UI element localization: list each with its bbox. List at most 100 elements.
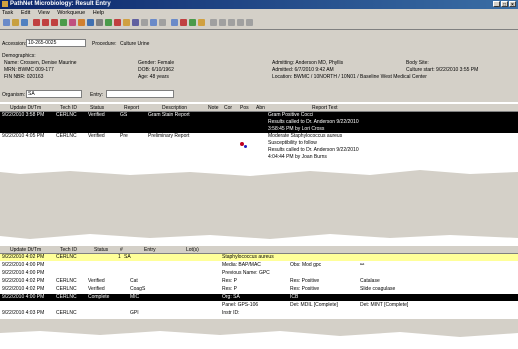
reports-col-header[interactable]: Cor: [224, 105, 232, 111]
reports-col-header[interactable]: Note: [208, 105, 219, 111]
orders-header: Update Dt/Tm Tech ID Status # Entry Lot(…: [0, 246, 518, 254]
orders-col-header[interactable]: Update Dt/Tm: [10, 247, 41, 253]
grid-icon[interactable]: [246, 19, 253, 26]
comment-icon[interactable]: [96, 19, 103, 26]
menu-task[interactable]: Task: [2, 10, 13, 16]
flowsheet-icon[interactable]: [150, 19, 157, 26]
organism-icon[interactable]: [114, 19, 121, 26]
orders-col-header[interactable]: Lot(s): [186, 247, 199, 253]
order-row[interactable]: 9/22/2010 4:00 PM Previous Name: GPC: [0, 270, 518, 277]
body-site: Body Site:: [406, 60, 429, 66]
report-text-line: Gram Positive Cocci: [268, 112, 314, 118]
verify-icon[interactable]: [60, 19, 67, 26]
media-icon[interactable]: [105, 19, 112, 26]
patient-mrn: MRN: BWMC 009-177: [4, 67, 54, 73]
report-text-line: Moderate Staphylococcus aureus: [268, 133, 343, 139]
stop-icon[interactable]: [33, 19, 40, 26]
chart-icon[interactable]: [171, 19, 178, 26]
link-icon[interactable]: ⚯: [360, 262, 364, 269]
order-entry: SA: [124, 254, 131, 260]
reports-col-header[interactable]: Report Text: [312, 105, 337, 111]
print-icon[interactable]: [87, 19, 94, 26]
reports-col-header[interactable]: Update Dt/Tm: [10, 105, 41, 111]
save-icon[interactable]: [21, 19, 28, 26]
minimize-button[interactable]: _: [493, 1, 500, 8]
order-row[interactable]: Panel: GPS-106 Det: MDIL [Complete] Det:…: [0, 302, 518, 309]
order-entry: MIC: [130, 294, 140, 300]
order-detail: Res: Positive: [290, 286, 320, 292]
patient-location: Location: BWMC / 10NORTH / 10N01 / Basel…: [272, 74, 427, 80]
cancel-icon[interactable]: [42, 19, 49, 26]
report-row[interactable]: 9/22/2010 3:58 PM CERLNC Verified GS Gra…: [0, 112, 518, 133]
abnormal-flag-icon: [244, 145, 247, 148]
menu-view[interactable]: View: [38, 10, 50, 16]
demographics-heading: Demographics:: [2, 53, 36, 59]
entry-field[interactable]: [106, 90, 174, 98]
correct-icon[interactable]: [69, 19, 76, 26]
tools-icon[interactable]: [132, 19, 139, 26]
order-detail: Media: BAP/MAC: [222, 262, 261, 268]
left-arrow-icon[interactable]: [228, 19, 235, 26]
organism-select[interactable]: SA: [26, 90, 82, 98]
sort-icon[interactable]: [198, 19, 205, 26]
add-icon[interactable]: [189, 19, 196, 26]
orders-col-header[interactable]: #: [120, 247, 123, 253]
order-entry: CoagS: [130, 286, 146, 292]
report-icon[interactable]: [78, 19, 85, 26]
accession-label: Accession:: [2, 41, 27, 47]
open-icon[interactable]: [12, 19, 19, 26]
patient-dob: DOB: 6/10/1962: [138, 67, 174, 73]
torn-bottom-edge: [0, 319, 518, 337]
order-row[interactable]: 9/22/2010 4:02 PM CERLNC Verified Cat Re…: [0, 278, 518, 285]
order-detail: Instr ID:: [222, 310, 240, 316]
delete-icon[interactable]: [51, 19, 58, 26]
close-button[interactable]: ×: [509, 1, 516, 8]
order-date: 9/22/2010 4:00 PM: [2, 294, 45, 300]
reports-col-header[interactable]: Description: [162, 105, 187, 111]
refresh-icon[interactable]: [159, 19, 166, 26]
app-icon: [2, 1, 8, 7]
orders-col-header[interactable]: Status: [94, 247, 108, 253]
report-row[interactable]: 9/22/2010 4:05 PM CERLNC Verified Pre Pr…: [0, 133, 518, 161]
order-tech: CERLNC: [56, 310, 77, 316]
order-date: 9/22/2010 4:02 PM: [2, 278, 45, 284]
reports-col-header[interactable]: Pos: [240, 105, 249, 111]
orders-col-header[interactable]: Entry: [144, 247, 156, 253]
demographics-panel: Demographics: Name: Crossen, Denise Maur…: [0, 50, 518, 88]
order-detail: Res: P: [222, 278, 238, 284]
order-row[interactable]: 9/22/2010 4:00 PM CERLNC Complete MIC Or…: [0, 294, 518, 301]
up-arrow-icon[interactable]: [210, 19, 217, 26]
order-row[interactable]: 9/22/2010 4:03 PM CERLNC GPI Instr ID:: [0, 310, 518, 317]
order-row[interactable]: 9/22/2010 4:02 PM CERLNC 1 SA Staphyloco…: [0, 254, 518, 261]
reports-col-header[interactable]: Report: [124, 105, 139, 111]
reports-header: Update Dt/Tm Tech ID Status Report Descr…: [0, 104, 518, 112]
reports-col-header[interactable]: Status: [90, 105, 104, 111]
order-entry: Cat: [130, 278, 138, 284]
menu-edit[interactable]: Edit: [21, 10, 30, 16]
report-status: Verified: [88, 112, 105, 118]
right-arrow-icon[interactable]: [237, 19, 244, 26]
report-description: Preliminary Report: [148, 133, 190, 139]
menu-help[interactable]: Help: [93, 10, 104, 16]
order-row[interactable]: 9/22/2010 4:02 PM CERLNC Verified CoagS …: [0, 286, 518, 293]
maximize-button[interactable]: □: [501, 1, 508, 8]
alert-icon[interactable]: [180, 19, 187, 26]
torn-gap: [0, 166, 518, 242]
down-arrow-icon[interactable]: [219, 19, 226, 26]
orders-col-header[interactable]: Tech ID: [60, 247, 77, 253]
report-text-line: 4:04:44 PM by Joan Burns: [268, 154, 327, 160]
reports-col-header[interactable]: Tech ID: [60, 105, 77, 111]
history-icon[interactable]: [141, 19, 148, 26]
patient-age: Age: 48 years: [138, 74, 169, 80]
report-tech: CERLNC: [56, 133, 77, 139]
order-date: 9/22/2010 4:00 PM: [2, 262, 45, 268]
order-row[interactable]: 9/22/2010 4:00 PM Media: BAP/MAC Obs: Mo…: [0, 262, 518, 269]
menu-workqueue[interactable]: Workqueue: [57, 10, 85, 16]
order-detail: Det: MINT [Complete]: [360, 302, 409, 308]
order-detail: Det: MDIL [Complete]: [290, 302, 338, 308]
new-icon[interactable]: [3, 19, 10, 26]
accession-field[interactable]: 10-265-0025: [26, 39, 86, 47]
report-text-line: Susceptibility to follow: [268, 140, 317, 146]
reports-col-header[interactable]: Abn: [256, 105, 265, 111]
susceptibility-icon[interactable]: [123, 19, 130, 26]
